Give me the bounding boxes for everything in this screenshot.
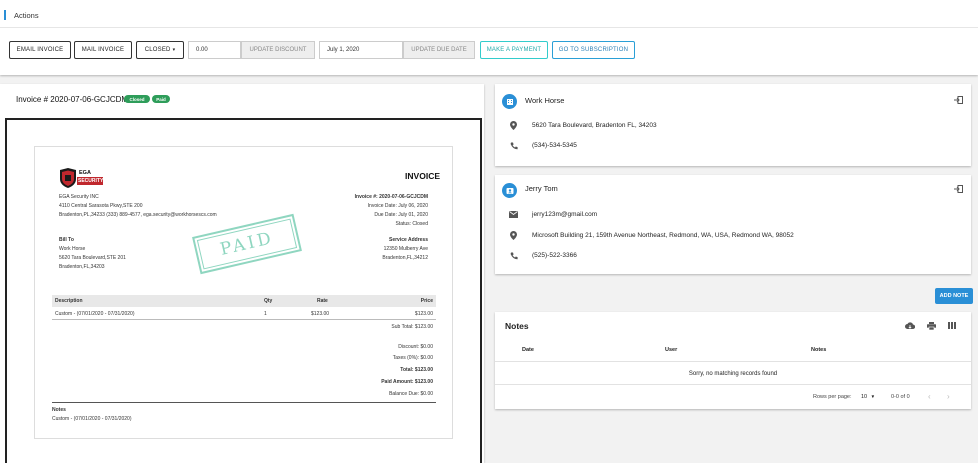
service-city: Bradenton,FL,34212 (382, 255, 428, 261)
open-contact-icon[interactable] (954, 185, 963, 193)
col-description: Description (55, 298, 83, 304)
contact-card-icon (502, 183, 517, 198)
email-icon (509, 211, 518, 220)
invoice-number: Invoice #: 2020-07-06-GCJCDM (354, 194, 428, 200)
paid-amount: Paid Amount: $123.00 (381, 379, 433, 385)
building-icon (502, 94, 517, 109)
view-columns-icon[interactable] (948, 322, 956, 331)
notes-footer-divider (495, 384, 971, 385)
notes-col-date[interactable]: Date (522, 347, 534, 353)
notes-header-divider (495, 361, 971, 362)
invoice-notes-label: Notes (52, 407, 66, 413)
caret-down-icon: ▾ (172, 47, 176, 53)
bill-to-city: Bradenton,FL,34203 (59, 264, 105, 270)
company-address: 4110 Central Sarasota Pkwy,STE 200 (59, 203, 143, 209)
actions-panel (0, 0, 978, 75)
logo-text-top: EGA (79, 170, 91, 176)
location-icon (510, 231, 517, 242)
customer-card: Work Horse 5620 Tara Boulevard, Bradento… (495, 84, 971, 166)
invoice-status: Status: Closed (395, 221, 428, 227)
grand-total: Total: $123.00 (400, 367, 433, 373)
next-page-icon[interactable]: › (947, 392, 950, 401)
bill-to-label: Bill To (59, 237, 74, 243)
invoice-due-date: Due Date: July 01, 2020 (374, 212, 428, 218)
contact-name: Jerry Tom (525, 184, 558, 193)
invoice-notes: Custom - (07/01/2020 - 07/31/2020) (52, 416, 132, 422)
row-description: Custom - (07/01/2020 - 07/31/2020) (55, 311, 135, 317)
email-invoice-button[interactable]: EMAIL INVOICE (9, 41, 71, 59)
discount-total: Discount: $0.00 (398, 344, 433, 350)
make-payment-button[interactable]: MAKE A PAYMENT (480, 41, 548, 59)
invoice-doc-title: INVOICE (405, 171, 440, 181)
previous-page-icon[interactable]: ‹ (928, 392, 931, 401)
taxes-total: Taxes (0%): $0.00 (392, 355, 433, 361)
add-note-button[interactable]: ADD NOTE (935, 288, 973, 304)
service-address-label: Service Address (388, 237, 428, 243)
status-select-value: CLOSED (144, 47, 171, 53)
due-date-input[interactable]: July 1, 2020 (319, 41, 403, 59)
contact-address: Microsoft Building 21, 159th Avenue Nort… (532, 232, 794, 239)
actions-accent-bar (4, 10, 6, 20)
phone-icon (510, 142, 518, 152)
notes-title: Notes (505, 321, 529, 331)
status-select[interactable]: CLOSED ▾ (136, 41, 184, 59)
actions-title: Actions (14, 11, 39, 20)
pagination-range: 0-0 of 0 (891, 394, 910, 400)
service-street: 12350 Mulberry Ave (383, 246, 428, 252)
col-qty: Qty (264, 298, 273, 304)
notes-col-notes[interactable]: Notes (811, 347, 826, 353)
update-discount-button[interactable]: UPDATE DISCOUNT (241, 41, 315, 59)
bill-to-name: Work Horse (59, 246, 86, 252)
contact-email: jerry123m@gmail.com (532, 211, 598, 218)
logo-text-bottom: SECURITY (78, 178, 104, 184)
paid-stamp: PAID (192, 213, 302, 275)
paid-badge: Paid (152, 95, 170, 103)
notes-panel: Notes Date User Notes Sorry, no matching… (495, 312, 971, 409)
notes-divider (52, 402, 436, 403)
customer-name: Work Horse (525, 96, 565, 105)
mail-invoice-button[interactable]: MAIL INVOICE (74, 41, 132, 59)
bill-to-street: 5620 Tara Boulevard,STE 201 (59, 255, 126, 261)
ega-security-logo: EGA SECURITY (59, 168, 104, 188)
company-contact: Bradenton,PL,34233 (333) 889-4577, ega.s… (59, 212, 217, 218)
download-icon[interactable] (905, 322, 916, 332)
rows-per-page-label: Rows per page: (813, 394, 852, 400)
notes-col-user[interactable]: User (665, 347, 677, 353)
col-rate: Rate (317, 298, 328, 304)
customer-address: 5620 Tara Boulevard, Bradenton FL, 34203 (532, 122, 657, 129)
phone-icon (510, 252, 518, 262)
caret-down-icon: ▼ (870, 394, 876, 399)
print-icon[interactable] (927, 322, 936, 332)
notes-empty-message: Sorry, no matching records found (688, 371, 778, 377)
discount-input[interactable]: 0.00 (188, 41, 241, 59)
invoice-header: Invoice # 2020-07-06-GCJCDM (16, 95, 129, 104)
go-to-subscription-button[interactable]: GO TO SUBSCRIPTION (552, 41, 635, 59)
location-icon (510, 121, 517, 132)
row-rate: $123.00 (311, 311, 330, 317)
rows-per-page-select[interactable]: 10 ▼ (861, 394, 875, 400)
company-name: EGA Security INC (59, 194, 99, 200)
closed-badge: Closed (124, 95, 150, 103)
customer-phone: (534)-534-5345 (532, 142, 577, 149)
sub-total: Sub Total: $123.00 (391, 324, 433, 330)
contact-phone: (525)-522-3366 (532, 252, 577, 259)
rows-per-page-value: 10 (861, 394, 868, 400)
invoice-document: EGA SECURITY INVOICE EGA Security INC 41… (34, 146, 453, 439)
row-price: $123.00 (414, 311, 433, 317)
invoice-table-header: Description Qty Rate Price (52, 295, 436, 307)
contact-card: Jerry Tom jerry123m@gmail.com Microsoft … (495, 175, 971, 274)
row-qty: 1 (264, 311, 267, 317)
open-customer-icon[interactable] (954, 96, 963, 104)
update-due-date-button[interactable]: UPDATE DUE DATE (403, 41, 475, 59)
actions-divider (0, 27, 978, 28)
col-price: Price (420, 298, 433, 304)
balance-due: Balance Due: $0.00 (389, 391, 433, 397)
invoice-date: Invoice Date: July 06, 2020 (367, 203, 428, 209)
table-row: Custom - (07/01/2020 - 07/31/2020) 1 $12… (52, 308, 436, 320)
